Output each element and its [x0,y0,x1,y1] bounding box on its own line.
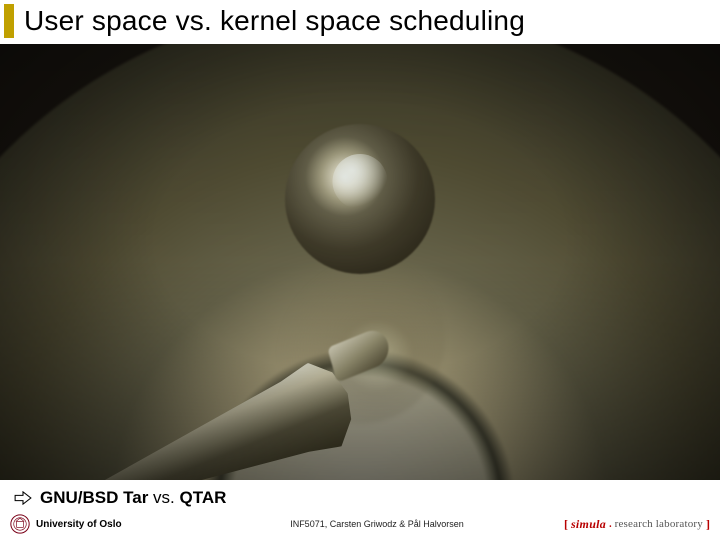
university-seal-icon [10,514,30,534]
bullet-part-1: GNU/BSD Tar [40,488,148,507]
research-laboratory-text: research laboratory [615,518,703,530]
footer: University of Oslo INF5071, Carsten Griw… [0,512,720,540]
bullet-text: GNU/BSD Tar vs. QTAR [40,488,226,508]
footer-left: University of Oslo [10,514,190,534]
slide: User space vs. kernel space scheduling G… [0,0,720,540]
footer-mid-text: INF5071, Carsten Griwodz & Pål Halvorsen [190,519,564,529]
background-image [0,44,720,480]
slide-title: User space vs. kernel space scheduling [24,5,525,37]
title-bar: User space vs. kernel space scheduling [0,0,720,44]
bullet-part-vs: vs. [148,488,179,507]
arrow-bullet-icon [14,491,32,505]
bracket-open: [ [564,517,568,532]
footer-right: [ simula . research laboratory ] [564,517,710,532]
title-accent-bar [4,4,14,38]
footer-left-text: University of Oslo [36,519,122,530]
bullet-row: GNU/BSD Tar vs. QTAR [0,480,720,512]
simula-brand: simula [571,517,606,532]
vignette-overlay [0,44,720,480]
brand-dot: . [609,519,612,530]
bracket-close: ] [706,517,710,532]
bottom-content: GNU/BSD Tar vs. QTAR University of Oslo … [0,480,720,540]
bullet-part-2: QTAR [179,488,226,507]
